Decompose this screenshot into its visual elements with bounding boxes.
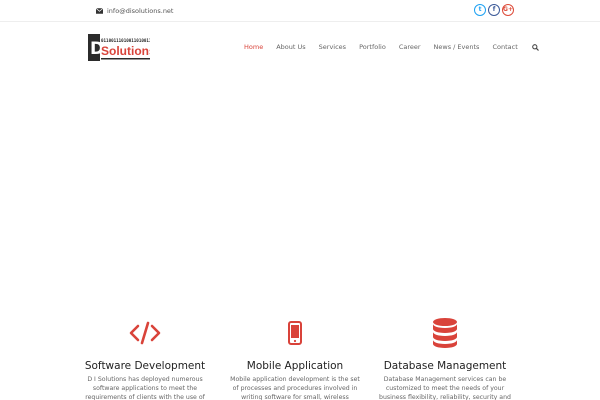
main-nav: Home About Us Services Portfolio Career …: [244, 43, 539, 51]
feature-title: Mobile Application: [246, 360, 344, 372]
code-icon: [129, 321, 161, 345]
feature-software-development: Software Development D I Solutions has d…: [70, 318, 220, 400]
feature-text: Mobile application development is the se…: [230, 376, 360, 400]
social-links: t f G+: [474, 4, 514, 16]
feature-mobile-application: Mobile Application Mobile application de…: [220, 318, 370, 400]
nav-news-events[interactable]: News / Events: [434, 43, 480, 51]
twitter-icon[interactable]: t: [474, 4, 486, 16]
feature-text: D I Solutions has deployed numerous soft…: [85, 376, 205, 400]
top-bar: info@disolutions.net t f G+: [0, 0, 600, 22]
nav-about-us[interactable]: About Us: [276, 43, 305, 51]
hero-banner: [0, 74, 600, 304]
envelope-icon: [96, 8, 103, 14]
logo-name: Solutions: [101, 44, 150, 58]
database-icon: [433, 318, 457, 348]
site-logo[interactable]: D 0110011101001101001100 Solutions: [88, 34, 150, 61]
site-header: D 0110011101001101001100 Solutions Home …: [0, 22, 600, 74]
nav-contact[interactable]: Contact: [492, 43, 517, 51]
feature-database-management: Database Management Database Management …: [370, 318, 520, 400]
feature-title: Software Development: [84, 360, 206, 372]
contact-email-text: info@disolutions.net: [107, 7, 174, 15]
facebook-icon[interactable]: f: [488, 4, 500, 16]
services-features: Software Development D I Solutions has d…: [70, 318, 520, 400]
google-plus-icon[interactable]: G+: [502, 4, 514, 16]
nav-career[interactable]: Career: [399, 43, 421, 51]
nav-home[interactable]: Home: [244, 43, 263, 51]
nav-services[interactable]: Services: [319, 43, 346, 51]
logo-binary: 0110011101001101001100: [101, 38, 150, 43]
contact-email[interactable]: info@disolutions.net: [96, 5, 173, 17]
feature-title: Database Management: [383, 360, 507, 372]
search-icon[interactable]: [531, 43, 539, 51]
mobile-phone-icon: [288, 321, 302, 345]
feature-text: Database Management services can be cust…: [379, 376, 511, 400]
nav-portfolio[interactable]: Portfolio: [359, 43, 386, 51]
